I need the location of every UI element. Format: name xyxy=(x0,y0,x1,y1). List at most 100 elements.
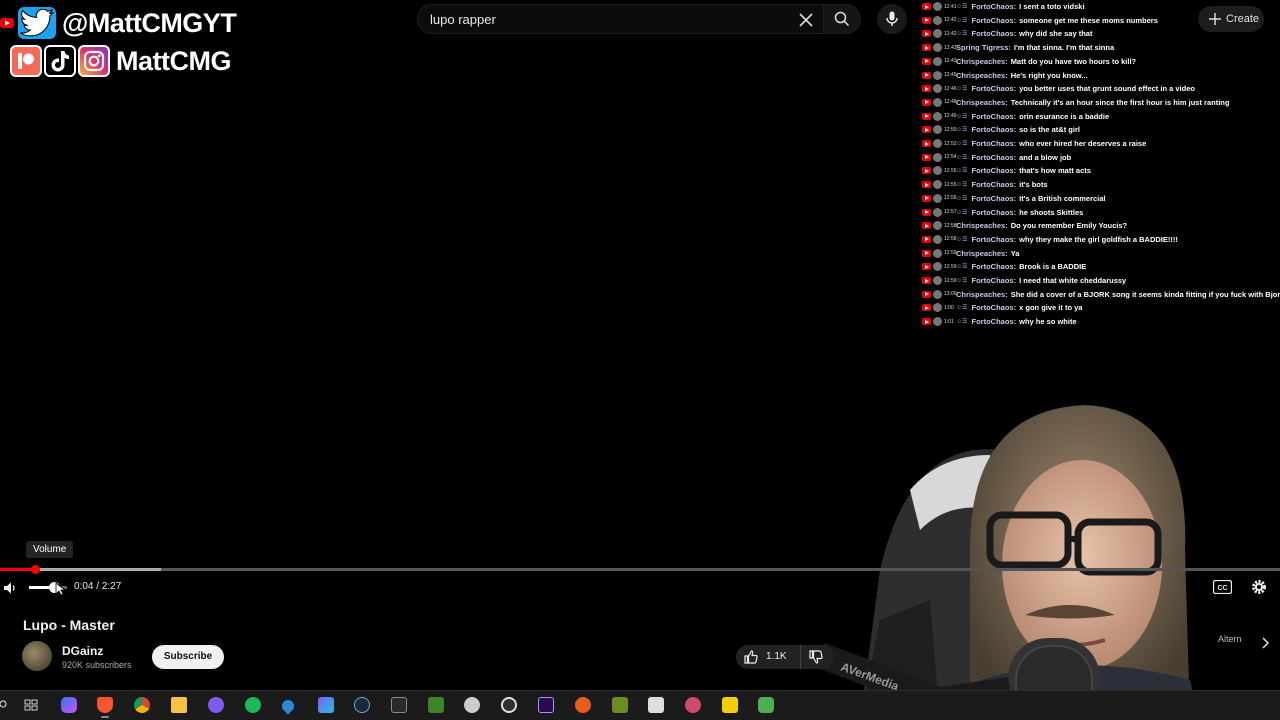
chat-avatar xyxy=(933,262,942,272)
chat-username: FortoChaos: xyxy=(971,262,1017,272)
chat-message: 12:42 ☺☰ FortoChaos: someone get me these m… xyxy=(922,14,1158,27)
chat-avatar xyxy=(933,317,942,327)
youtube-icon xyxy=(922,3,931,10)
time-display: 0:04 / 2:27 xyxy=(74,581,122,592)
youtube-icon xyxy=(922,167,931,175)
chat-avatar xyxy=(933,193,942,203)
search-icon[interactable] xyxy=(0,699,10,711)
task-view-icon[interactable] xyxy=(24,698,38,712)
chat-badge-icon: ☺☰ xyxy=(956,319,968,326)
chat-overlay: 12:41 ☺☰ FortoChaos: I sent a toto vidski 12… xyxy=(922,0,1280,334)
file-explorer-icon[interactable] xyxy=(171,697,187,713)
settings-gear-icon[interactable] xyxy=(1250,578,1268,596)
progress-played xyxy=(0,568,35,571)
chat-username: FortoChaos: xyxy=(971,166,1017,176)
epic-games-icon[interactable] xyxy=(391,697,407,713)
alternate-label[interactable]: Altern xyxy=(1218,634,1242,644)
chevron-right-icon[interactable] xyxy=(1259,636,1271,650)
chat-avatar xyxy=(933,276,942,285)
youtube-icon xyxy=(922,290,931,298)
chat-message: 12:43☺☰Spring Tigress:I'm that sinna. I'… xyxy=(922,41,1114,54)
subscribe-button[interactable]: Subscribe xyxy=(152,645,224,669)
youtube-icon xyxy=(922,304,931,312)
progress-scrubber[interactable] xyxy=(30,565,40,574)
voice-search-button[interactable] xyxy=(877,4,907,34)
chat-message: 13:00☺☰Chrispeaches:She did a cover of a… xyxy=(922,288,1280,301)
app-icon[interactable] xyxy=(575,697,591,713)
twitter-icon xyxy=(18,7,56,39)
close-icon[interactable] xyxy=(795,9,817,31)
chat-text: Matt do you have two hours to kill? xyxy=(1010,56,1137,66)
steam-icon[interactable] xyxy=(354,697,370,713)
app-icon[interactable] xyxy=(612,697,628,713)
chat-text: She did a cover of a BJORK song it seems… xyxy=(1010,289,1280,299)
chat-username: FortoChaos: xyxy=(971,276,1017,285)
chat-text: I need that white cheddarussy xyxy=(1019,276,1127,285)
youtube-icon xyxy=(922,208,931,216)
obs-icon[interactable] xyxy=(501,697,517,713)
chat-text: I sent a toto vidski xyxy=(1019,2,1085,11)
chat-text: so is the at&t girl xyxy=(1019,125,1080,135)
volume-icon[interactable] xyxy=(2,580,18,596)
youtube-icon xyxy=(922,277,931,284)
chat-text: I'm that sinna. I'm that sinna xyxy=(1013,43,1115,53)
chat-text: it's bots xyxy=(1019,180,1048,190)
chat-text: Brook is a BADDIE xyxy=(1019,262,1087,272)
search-input[interactable]: lupo rapper xyxy=(417,4,823,34)
sticky-notes-icon[interactable] xyxy=(722,697,738,713)
chat-username: FortoChaos: xyxy=(971,180,1017,190)
premiere-pro-icon[interactable] xyxy=(538,697,554,713)
dislike-button[interactable] xyxy=(800,645,834,669)
chrome-icon[interactable] xyxy=(134,697,150,713)
instagram-icon xyxy=(78,45,110,77)
youtube-icon xyxy=(922,16,931,24)
chat-username: FortoChaos: xyxy=(971,207,1017,217)
brave-browser-icon[interactable] xyxy=(97,697,113,713)
captions-icon[interactable]: CC xyxy=(1213,580,1232,594)
chat-username: Chrispeaches: xyxy=(956,56,1008,66)
progress-bar[interactable] xyxy=(0,568,1280,571)
social-overlay: @MattCMGYT MattCMG xyxy=(0,6,240,80)
chat-username: FortoChaos: xyxy=(971,152,1017,162)
discord-icon[interactable] xyxy=(208,697,224,713)
app-icon[interactable] xyxy=(758,697,774,713)
chat-timestamp: 12:43 xyxy=(944,44,957,51)
search-button[interactable] xyxy=(823,4,861,34)
youtube-icon xyxy=(922,249,931,257)
chat-timestamp: 12:41 xyxy=(944,3,957,10)
chat-username: FortoChaos: xyxy=(971,234,1017,244)
youtube-icon xyxy=(922,98,931,106)
chat-username: Chrispeaches: xyxy=(956,70,1008,80)
channel-avatar[interactable] xyxy=(22,641,52,671)
chat-timestamp: 12:59 xyxy=(944,263,957,270)
chat-text: why did she say that xyxy=(1019,29,1093,39)
chat-username: FortoChaos: xyxy=(971,29,1017,39)
chat-text: he shoots Skittles xyxy=(1019,207,1084,217)
chat-message: 12:58 ☺☰ FortoChaos: why they make the girl… xyxy=(922,233,1178,246)
chat-badge-icon: ☺☰ xyxy=(956,127,968,134)
minecraft-icon[interactable] xyxy=(428,697,444,713)
document-icon[interactable] xyxy=(648,697,664,713)
app-icon[interactable] xyxy=(685,697,701,713)
game-app-icon[interactable] xyxy=(318,697,334,713)
video-title: Lupo - Master xyxy=(23,617,115,633)
chat-message: 12:59 ☺☰ FortoChaos: Brook is a BADDIE xyxy=(922,260,1086,273)
chat-text: He's right you know... xyxy=(1010,70,1088,80)
chat-timestamp: 12:42 xyxy=(944,30,957,37)
youtube-icon xyxy=(922,44,931,52)
chat-avatar xyxy=(933,207,942,217)
youtube-icon xyxy=(922,222,931,230)
app-icon[interactable] xyxy=(464,697,480,713)
copilot-icon[interactable] xyxy=(61,697,77,713)
search-query[interactable]: lupo rapper xyxy=(430,12,496,27)
chat-timestamp: 12:57 xyxy=(944,209,957,215)
youtube-icon xyxy=(922,263,931,271)
chat-text: Technically it's an hour since the first… xyxy=(1010,97,1230,107)
chat-text: Do you remember Emily Youcis? xyxy=(1010,221,1128,231)
chat-badge-icon: ☺☰ xyxy=(956,305,968,312)
channel-name[interactable]: DGainz xyxy=(62,644,103,658)
chat-timestamp: 12:54 xyxy=(944,154,957,161)
like-button[interactable]: 1.1K xyxy=(736,645,800,669)
chat-timestamp: 12:52 xyxy=(944,140,957,147)
spotify-icon[interactable] xyxy=(245,697,261,713)
